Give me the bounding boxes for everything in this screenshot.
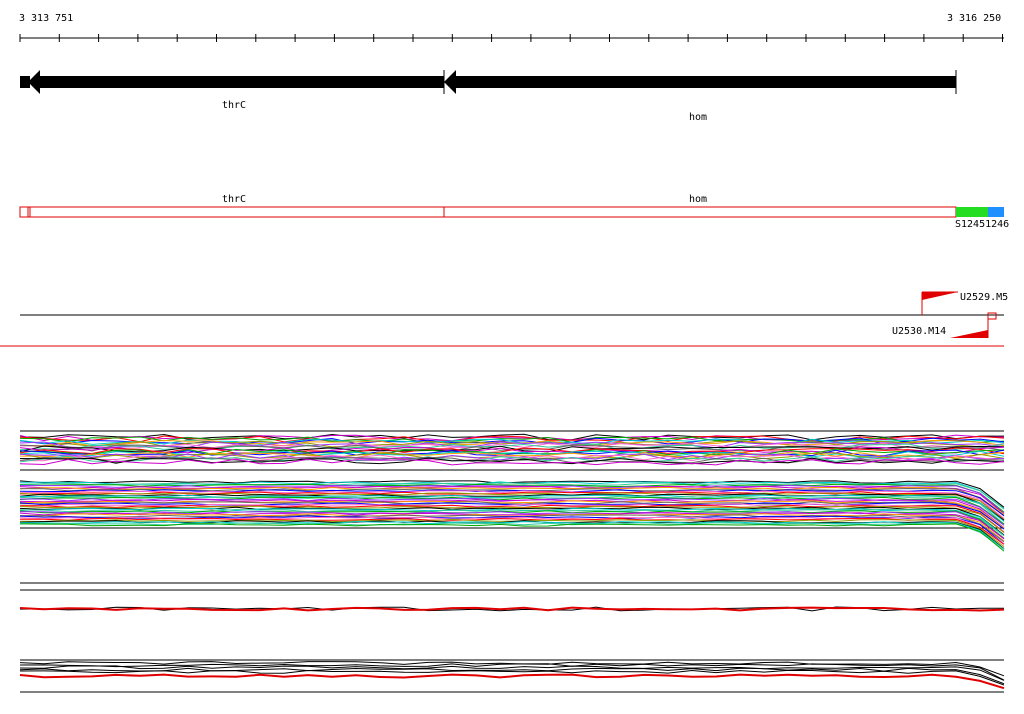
gene-arrow-hom[interactable]	[444, 70, 956, 94]
signal-line	[19, 665, 1005, 681]
segment-label-thrC: thrC	[222, 194, 247, 205]
signal-line	[19, 522, 1005, 550]
signal-track-red	[19, 582, 1005, 612]
coordinate-ruler	[19, 34, 1004, 42]
segment-S1245[interactable]	[956, 207, 988, 217]
probe-up-marker[interactable]	[922, 292, 958, 300]
signal-track-lower	[19, 480, 1005, 552]
probe-label-up: U2529.M5	[960, 292, 1009, 303]
segment-track	[19, 206, 1004, 218]
gene-label-thrC: thrC	[222, 100, 247, 111]
signal-track-upper	[19, 430, 1005, 471]
gene-label-hom: hom	[689, 112, 708, 123]
segment-label-S1245: S12451246	[955, 219, 1010, 230]
probe-label-down: U2530.M14	[892, 326, 947, 337]
genome-browser-view: 3 313 751 3 316 250 thrC hom thrC hom S1…	[0, 0, 1024, 714]
segment-label-hom: hom	[689, 194, 708, 205]
track-canvas	[0, 34, 1005, 693]
probe-down-marker[interactable]	[950, 330, 988, 338]
gene-track	[20, 70, 957, 94]
signal-line	[19, 669, 1005, 686]
signal-track-mixed	[19, 659, 1005, 693]
probe-track	[0, 291, 1004, 347]
segment-1246[interactable]	[988, 207, 1004, 217]
signal-line	[19, 673, 1005, 690]
gene-arrow-thrC[interactable]	[28, 70, 444, 94]
